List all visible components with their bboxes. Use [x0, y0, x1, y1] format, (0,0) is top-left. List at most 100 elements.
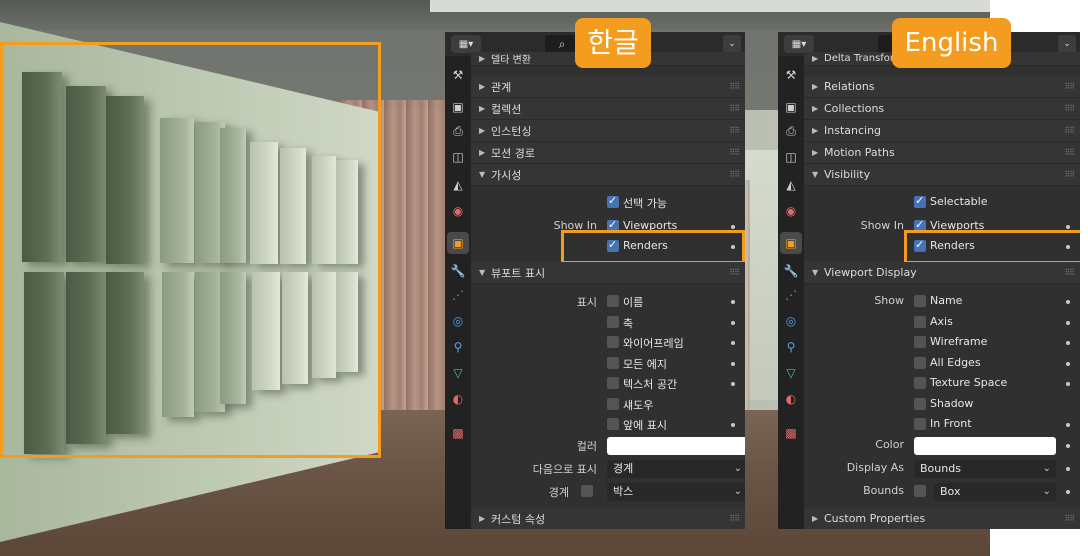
wireframe-checkbox[interactable]	[607, 336, 619, 348]
texture-icon[interactable]: ▩	[447, 422, 469, 444]
output-icon[interactable]: ⎙	[780, 120, 802, 142]
object-data-icon[interactable]: ▽	[780, 362, 802, 384]
wireframe-checkbox[interactable]	[914, 336, 926, 348]
section-collections[interactable]: ▶ 컬렉션 ⠿⠿	[471, 98, 745, 120]
axis-checkbox[interactable]	[607, 316, 619, 328]
texture-space-checkbox[interactable]	[914, 377, 926, 389]
bounds-dropdown[interactable]: 박스 ⌄	[607, 483, 745, 501]
shadow-checkbox[interactable]	[914, 398, 926, 410]
selectable-checkbox[interactable]	[607, 194, 619, 208]
texture-icon[interactable]: ▩	[780, 422, 802, 444]
view-layer-icon[interactable]: ◫	[447, 146, 469, 168]
keyframe-dot[interactable]	[731, 382, 735, 386]
keyframe-dot[interactable]	[1066, 382, 1070, 386]
keyframe-dot[interactable]	[1066, 225, 1070, 229]
tool-icon[interactable]: ⚒	[780, 64, 802, 86]
display-as-dropdown[interactable]: 경계 ⌄	[607, 460, 745, 478]
render-icon[interactable]: ▣	[447, 96, 469, 118]
section-relations[interactable]: ▶ Relations ⠿⠿	[804, 76, 1080, 98]
modifier-icon[interactable]: 🔧	[780, 260, 802, 282]
keyframe-dot[interactable]	[1066, 423, 1070, 427]
drag-grip-icon[interactable]: ⠿⠿	[729, 126, 740, 135]
in-front-checkbox[interactable]	[607, 418, 619, 430]
view-layer-icon[interactable]: ◫	[780, 146, 802, 168]
render-icon[interactable]: ▣	[780, 96, 802, 118]
all-edges-checkbox[interactable]	[607, 357, 619, 369]
section-viewport-display[interactable]: ▼ Viewport Display ⠿⠿	[804, 262, 1080, 284]
section-relations[interactable]: ▶ 관계 ⠿⠿	[471, 76, 745, 98]
material-icon[interactable]: ◐	[447, 388, 469, 410]
bounds-checkbox[interactable]	[581, 485, 593, 497]
drag-grip-icon[interactable]: ⠿⠿	[1064, 514, 1075, 523]
keyframe-dot[interactable]	[1066, 467, 1070, 471]
section-collections[interactable]: ▶ Collections ⠿⠿	[804, 98, 1080, 120]
keyframe-dot[interactable]	[1066, 300, 1070, 304]
scene-icon[interactable]: ◭	[780, 174, 802, 196]
object-icon[interactable]: ▣	[447, 232, 469, 254]
section-viewport-display[interactable]: ▼ 뷰포트 표시 ⠿⠿	[471, 262, 745, 284]
name-checkbox[interactable]	[607, 295, 619, 307]
keyframe-dot[interactable]	[731, 225, 735, 229]
all-edges-checkbox[interactable]	[914, 357, 926, 369]
drag-grip-icon[interactable]: ⠿⠿	[729, 170, 740, 179]
drag-grip-icon[interactable]: ⠿⠿	[1064, 170, 1075, 179]
output-icon[interactable]: ⎙	[447, 120, 469, 142]
bounds-checkbox[interactable]	[914, 485, 926, 497]
color-field[interactable]	[914, 437, 1056, 455]
section-motion-paths[interactable]: ▶ Motion Paths ⠿⠿	[804, 142, 1080, 164]
drag-grip-icon[interactable]: ⠿⠿	[1064, 82, 1075, 91]
section-motion-paths[interactable]: ▶ 모션 경로 ⠿⠿	[471, 142, 745, 164]
world-icon[interactable]: ◉	[780, 200, 802, 222]
drag-grip-icon[interactable]: ⠿⠿	[729, 148, 740, 157]
display-as-dropdown[interactable]: Bounds ⌄	[914, 460, 1056, 478]
world-icon[interactable]: ◉	[447, 200, 469, 222]
shadow-checkbox[interactable]	[607, 398, 619, 410]
drag-grip-icon[interactable]: ⠿⠿	[729, 82, 740, 91]
section-custom-properties[interactable]: ▶ Custom Properties ⠿⠿	[804, 508, 1080, 529]
constraints-icon[interactable]: ⚲	[780, 336, 802, 358]
keyframe-dot[interactable]	[731, 423, 735, 427]
keyframe-dot[interactable]	[731, 321, 735, 325]
name-checkbox[interactable]	[914, 295, 926, 307]
keyframe-dot[interactable]	[731, 341, 735, 345]
physics-icon[interactable]: ◎	[447, 310, 469, 332]
object-icon[interactable]: ▣	[780, 232, 802, 254]
properties-editor-icon[interactable]: ▦▾	[451, 35, 481, 53]
keyframe-dot[interactable]	[731, 362, 735, 366]
chevron-down-icon[interactable]: ⌄	[723, 35, 741, 53]
keyframe-dot[interactable]	[1066, 444, 1070, 448]
section-visibility[interactable]: ▼ 가시성 ⠿⠿	[471, 164, 745, 186]
bounds-dropdown[interactable]: Box ⌄	[934, 483, 1056, 501]
keyframe-dot[interactable]	[1066, 341, 1070, 345]
particles-icon[interactable]: ⋰	[447, 284, 469, 306]
material-icon[interactable]: ◐	[780, 388, 802, 410]
section-custom-properties[interactable]: ▶ 커스텀 속성 ⠿⠿	[471, 508, 745, 529]
in-front-checkbox[interactable]	[914, 418, 926, 430]
particles-icon[interactable]: ⋰	[780, 284, 802, 306]
texture-space-checkbox[interactable]	[607, 377, 619, 389]
drag-grip-icon[interactable]: ⠿⠿	[1064, 104, 1075, 113]
keyframe-dot[interactable]	[1066, 321, 1070, 325]
chevron-down-icon[interactable]: ⌄	[1058, 35, 1076, 53]
scene-icon[interactable]: ◭	[447, 174, 469, 196]
section-instancing[interactable]: ▶ 인스턴싱 ⠿⠿	[471, 120, 745, 142]
axis-checkbox[interactable]	[914, 316, 926, 328]
drag-grip-icon[interactable]: ⠿⠿	[729, 514, 740, 523]
search-icon[interactable]: ⌕	[545, 35, 579, 53]
selectable-checkbox[interactable]	[914, 194, 926, 208]
color-field[interactable]	[607, 437, 745, 455]
tool-icon[interactable]: ⚒	[447, 64, 469, 86]
drag-grip-icon[interactable]: ⠿⠿	[1064, 126, 1075, 135]
section-visibility[interactable]: ▼ Visibility ⠿⠿	[804, 164, 1080, 186]
modifier-icon[interactable]: 🔧	[447, 260, 469, 282]
keyframe-dot[interactable]	[1066, 362, 1070, 366]
keyframe-dot[interactable]	[1066, 490, 1070, 494]
drag-grip-icon[interactable]: ⠿⠿	[1064, 268, 1075, 277]
constraints-icon[interactable]: ⚲	[447, 336, 469, 358]
object-data-icon[interactable]: ▽	[447, 362, 469, 384]
drag-grip-icon[interactable]: ⠿⠿	[1064, 148, 1075, 157]
keyframe-dot[interactable]	[731, 300, 735, 304]
properties-editor-icon[interactable]: ▦▾	[784, 35, 814, 53]
section-instancing[interactable]: ▶ Instancing ⠿⠿	[804, 120, 1080, 142]
physics-icon[interactable]: ◎	[780, 310, 802, 332]
